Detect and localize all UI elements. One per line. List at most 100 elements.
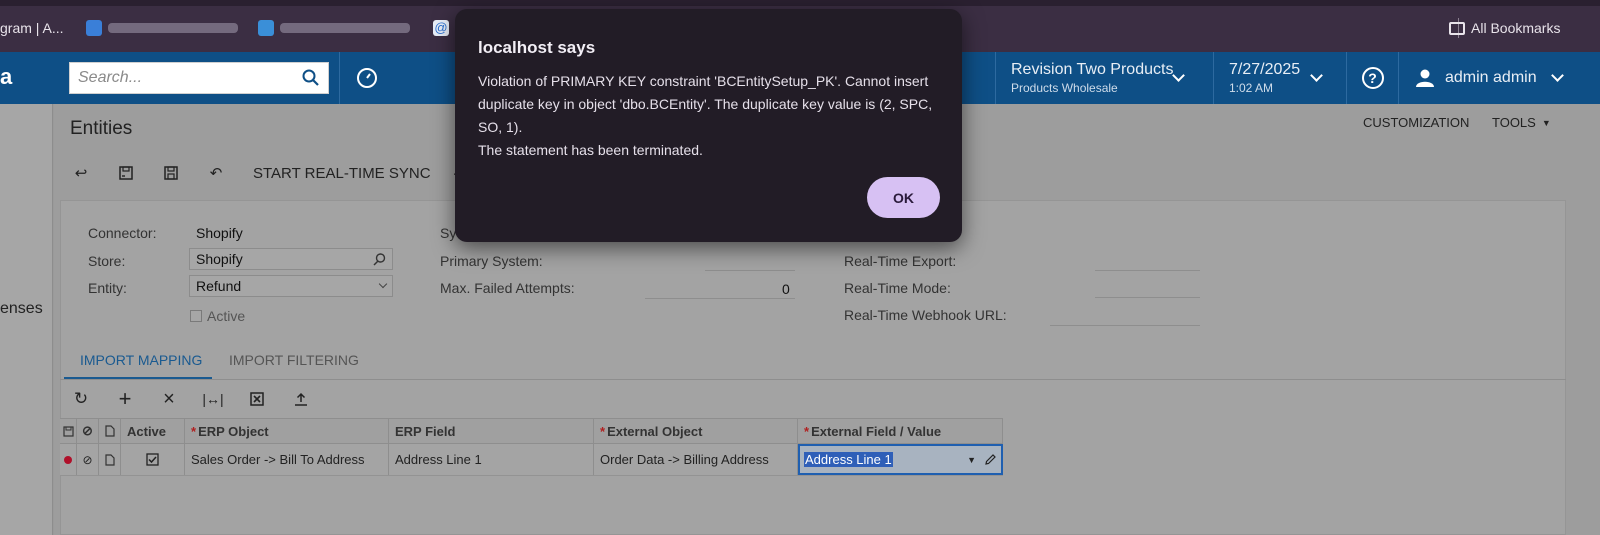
external-object-header-label: External Object xyxy=(607,423,703,439)
external-field-header-label: External Field / Value xyxy=(811,423,942,439)
active-column-header[interactable]: Active xyxy=(121,419,185,443)
entity-dropdown[interactable]: Refund xyxy=(189,275,393,297)
caret-down-icon[interactable]: ▼ xyxy=(967,455,976,465)
store-selector[interactable]: Shopify xyxy=(189,248,393,270)
required-marker: * xyxy=(191,423,197,439)
business-date-selector[interactable]: 7/27/2025 1:02 AM xyxy=(1213,52,1335,104)
left-navigation-rail xyxy=(0,104,53,535)
external-field-cell[interactable]: Address Line 1 ▼ xyxy=(798,444,1003,475)
back-button[interactable]: ↩ xyxy=(70,160,92,186)
help-icon: ? xyxy=(1361,67,1384,89)
row-active-cell[interactable] xyxy=(121,444,185,475)
history-button[interactable] xyxy=(339,52,394,104)
primary-system-label: Primary System: xyxy=(440,253,543,269)
bookmark-item-3[interactable] xyxy=(258,18,410,38)
store-label: Store: xyxy=(88,253,126,269)
business-time: 1:02 AM xyxy=(1229,81,1274,95)
refresh-button[interactable]: ↻ xyxy=(70,388,92,410)
tools-menu[interactable]: TOOLS ▼ xyxy=(1492,115,1551,130)
active-checkbox[interactable] xyxy=(190,310,202,322)
undo-button[interactable]: ↶ xyxy=(205,160,227,186)
row-status-cell xyxy=(60,444,77,475)
primary-system-field[interactable] xyxy=(705,270,795,271)
refresh-icon: ↻ xyxy=(73,389,89,408)
checkbox-checked-icon[interactable] xyxy=(146,453,159,466)
excel-icon xyxy=(250,392,264,406)
erp-field-column-header[interactable]: ERP Field xyxy=(389,419,594,443)
company-branch-selector[interactable]: Revision Two Products Products Wholesale xyxy=(995,52,1201,104)
save-status-icon xyxy=(62,425,74,437)
business-date: 7/27/2025 xyxy=(1229,61,1301,78)
grid-header-row: ⊘ Active * ERP Object ERP Field * External… xyxy=(60,418,1003,444)
real-time-export-field[interactable] xyxy=(1095,270,1200,271)
external-field-value[interactable]: Address Line 1 xyxy=(804,452,893,467)
bookmark-favicon-icon xyxy=(258,20,274,36)
page-title: Entities xyxy=(70,118,133,139)
grid-toolbar: ↻ + × |↔| xyxy=(70,386,312,411)
app-logo[interactable]: a xyxy=(0,64,12,90)
export-excel-button[interactable] xyxy=(246,388,268,410)
add-row-button[interactable]: + xyxy=(114,386,136,411)
chevron-down-icon xyxy=(1172,68,1185,82)
real-time-mode-field[interactable] xyxy=(1095,297,1200,298)
bookmark-item-2[interactable] xyxy=(86,18,238,38)
erp-field-cell[interactable]: Address Line 1 xyxy=(389,444,594,475)
row-note-cell[interactable] xyxy=(99,444,121,475)
real-time-webhook-url-field[interactable] xyxy=(1050,325,1200,326)
max-failed-attempts-field[interactable] xyxy=(645,298,795,299)
note-column-header xyxy=(99,419,121,443)
modified-dot-icon xyxy=(64,455,72,464)
bookmark-label: gram | A... xyxy=(0,20,64,36)
save-close-icon xyxy=(119,166,133,180)
bookmark-item-4[interactable]: @ xyxy=(433,18,449,38)
search-box[interactable] xyxy=(69,62,329,94)
external-field-column-header[interactable]: * External Field / Value xyxy=(798,419,1003,443)
mapping-grid: ⊘ Active * ERP Object ERP Field * External… xyxy=(60,418,1003,476)
tab-import-mapping[interactable]: IMPORT MAPPING xyxy=(80,352,202,368)
search-icon[interactable] xyxy=(302,69,320,87)
dialog-title: localhost says xyxy=(478,38,596,57)
row-attachment-cell[interactable]: ⊘ xyxy=(77,444,99,475)
upload-button[interactable] xyxy=(290,388,312,410)
user-avatar-icon xyxy=(1416,69,1434,87)
search-icon[interactable] xyxy=(373,252,386,266)
save-button[interactable] xyxy=(160,160,182,186)
entity-label: Entity: xyxy=(88,280,127,296)
note-icon xyxy=(104,425,115,437)
save-and-close-button[interactable] xyxy=(115,160,137,186)
nav-item-label[interactable]: enses xyxy=(0,300,43,318)
max-failed-attempts-value: 0 xyxy=(782,281,790,297)
bookmark-label-blurred xyxy=(108,23,238,33)
required-marker: * xyxy=(600,423,606,439)
fit-columns-button[interactable]: |↔| xyxy=(202,388,224,410)
user-menu[interactable]: admin admin xyxy=(1398,52,1600,104)
table-row[interactable]: ⊘ Sales Order -> Bill To Address Address… xyxy=(60,444,1003,476)
fit-width-icon: |↔| xyxy=(202,391,224,407)
sync-direction-label: Sy xyxy=(440,225,457,241)
help-button[interactable]: ? xyxy=(1346,52,1398,104)
chevron-down-icon xyxy=(378,279,388,289)
all-bookmarks-button[interactable]: All Bookmarks xyxy=(1449,18,1560,38)
external-object-column-header[interactable]: * External Object xyxy=(594,419,798,443)
search-input[interactable] xyxy=(78,69,288,87)
start-real-time-sync-button[interactable]: START REAL-TIME SYNC xyxy=(253,160,431,186)
connector-value: Shopify xyxy=(196,225,243,241)
active-checkbox-row[interactable]: Active xyxy=(190,308,245,324)
paperclip-icon: ⊘ xyxy=(82,423,93,438)
external-object-cell[interactable]: Order Data -> Billing Address xyxy=(594,444,798,475)
all-bookmarks-label: All Bookmarks xyxy=(1471,20,1561,36)
delete-row-button[interactable]: × xyxy=(158,388,180,410)
erp-object-cell[interactable]: Sales Order -> Bill To Address xyxy=(185,444,389,475)
note-icon xyxy=(104,453,115,466)
store-value: Shopify xyxy=(196,251,243,267)
ok-button[interactable]: OK xyxy=(867,177,940,218)
tab-import-filtering[interactable]: IMPORT FILTERING xyxy=(229,352,359,368)
customization-menu[interactable]: CUSTOMIZATION xyxy=(1363,115,1469,130)
branch-name: Products Wholesale xyxy=(1011,81,1118,95)
company-name: Revision Two Products xyxy=(1011,61,1174,78)
folder-icon xyxy=(1449,21,1465,35)
pencil-icon[interactable] xyxy=(984,453,997,466)
erp-object-column-header[interactable]: * ERP Object xyxy=(185,419,389,443)
status-column-header xyxy=(60,419,77,443)
bookmark-item-1[interactable]: gram | A... xyxy=(0,18,64,38)
